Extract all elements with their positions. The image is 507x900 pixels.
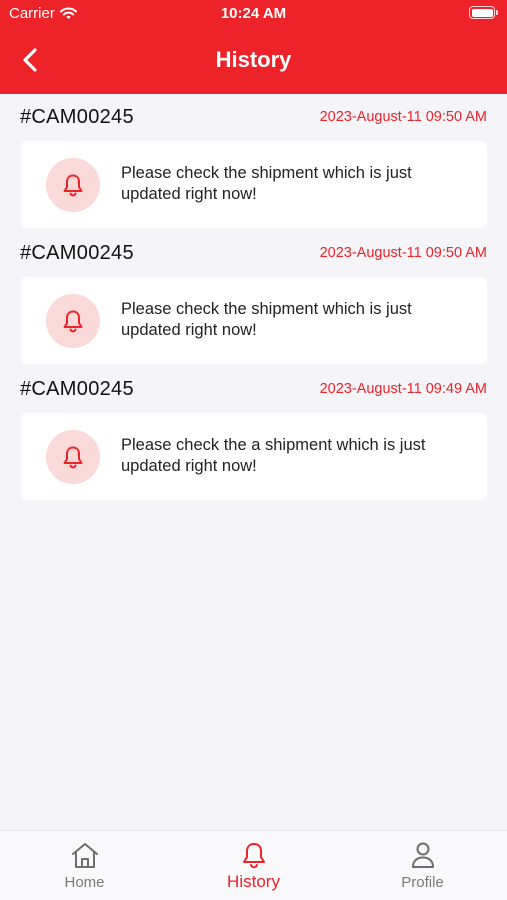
bell-icon	[63, 446, 83, 469]
bell-icon	[63, 310, 83, 333]
notification-list: #CAM00245 2023-August-11 09:50 AM Please…	[0, 94, 507, 502]
bell-icon	[63, 174, 83, 197]
notification-message: Please check the shipment which is just …	[121, 300, 412, 339]
bell-badge	[46, 294, 100, 348]
shipment-code: #CAM00245	[20, 106, 134, 128]
battery-icon	[469, 6, 498, 19]
tab-bar: Home History Profile	[0, 830, 507, 900]
home-icon	[71, 843, 98, 868]
status-bar: Carrier 10:24 AM	[0, 0, 507, 28]
notification-message: Please check the a shipment which is jus…	[121, 436, 426, 475]
bell-icon	[242, 843, 265, 869]
tab-label: History	[227, 872, 280, 891]
notification-header: #CAM00245 2023-August-11 09:50 AM	[20, 106, 487, 132]
notification-group: #CAM00245 2023-August-11 09:50 AM Please…	[0, 94, 507, 230]
tab-label: Home	[64, 874, 105, 891]
notification-message: Please check the shipment which is just …	[121, 164, 412, 203]
shipment-code: #CAM00245	[20, 242, 134, 264]
notification-card[interactable]: Please check the a shipment which is jus…	[21, 413, 487, 500]
notification-card[interactable]: Please check the shipment which is just …	[21, 277, 487, 364]
notification-header: #CAM00245 2023-August-11 09:49 AM	[20, 378, 487, 404]
notification-header: #CAM00245 2023-August-11 09:50 AM	[20, 242, 487, 268]
bell-badge	[46, 430, 100, 484]
app-header: Carrier 10:24 AM History	[0, 0, 507, 94]
tab-label: Profile	[401, 874, 444, 891]
user-icon	[411, 842, 434, 868]
notification-date: 2023-August-11 09:50 AM	[319, 245, 487, 261]
bell-badge	[46, 158, 100, 212]
status-time: 10:24 AM	[220, 5, 287, 22]
notification-card[interactable]: Please check the shipment which is just …	[21, 141, 487, 228]
page-title: History	[215, 47, 292, 72]
tab-history[interactable]: History	[169, 831, 338, 900]
notification-group: #CAM00245 2023-August-11 09:49 AM Please…	[0, 366, 507, 502]
notification-date: 2023-August-11 09:49 AM	[319, 381, 487, 397]
notification-group: #CAM00245 2023-August-11 09:50 AM Please…	[0, 230, 507, 366]
shipment-code: #CAM00245	[20, 378, 134, 400]
notification-date: 2023-August-11 09:50 AM	[319, 109, 487, 125]
tab-home[interactable]: Home	[0, 831, 169, 900]
tab-profile[interactable]: Profile	[338, 831, 507, 900]
